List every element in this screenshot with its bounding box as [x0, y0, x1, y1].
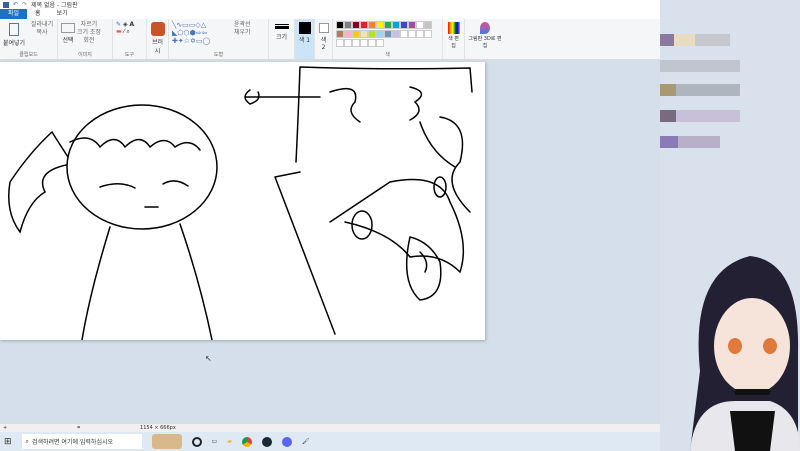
text-icon[interactable]: A [130, 21, 135, 28]
edit-colors-button[interactable]: 색 편집 [443, 19, 465, 59]
color-swatch[interactable] [408, 21, 416, 29]
tab-file[interactable]: 파일 [0, 9, 28, 19]
windows-start-icon[interactable]: ⊞ [4, 437, 12, 447]
crop-button[interactable]: 자르기 [77, 21, 101, 29]
color-swatch[interactable] [344, 21, 352, 29]
tools-group: ✎ ◈ A ▬ ⁄ ⌕ 도구 [113, 19, 147, 59]
save-icon[interactable] [3, 1, 9, 8]
rotate-button[interactable]: 회전 [77, 37, 101, 45]
color-palette [336, 21, 436, 48]
fill-icon[interactable]: ◈ [123, 21, 128, 28]
task-view-icon[interactable]: ▭ [212, 438, 218, 445]
color-picker-icon[interactable]: ⁄ [124, 28, 125, 35]
paint-icon[interactable]: 🖌 [302, 438, 310, 445]
color1-button[interactable]: 색 1 [295, 19, 315, 59]
steam-icon[interactable] [261, 436, 272, 447]
color2-button[interactable]: 색 2 [315, 19, 333, 59]
title-bar: ↶ ↷ 제목 없음 - 그림판 [0, 0, 660, 9]
canvas-size: 1154 × 666px [140, 425, 176, 431]
color-swatch[interactable] [376, 21, 384, 29]
empty-color-swatch[interactable] [336, 39, 344, 47]
taskbar: ⊞ ⌕ 검색하려면 여기에 입력하십시오 ▭ ▰ 🖌 [0, 432, 660, 451]
clipboard-group: 붙여넣기 잘라내기 복사 클립보드 [0, 19, 58, 59]
clipboard-icon [9, 23, 20, 36]
colors-group: 색 [333, 19, 443, 59]
status-bar: + ⌗ 1154 × 666px [0, 423, 660, 432]
color-swatch[interactable] [336, 30, 344, 38]
chrome-icon[interactable] [241, 436, 252, 447]
cut-button[interactable]: 잘라내기 [31, 21, 53, 29]
color-swatch[interactable] [400, 21, 408, 29]
taskbar-search[interactable]: ⌕ 검색하려면 여기에 입력하십시오 [21, 434, 142, 449]
outline-button[interactable]: 윤곽선 [234, 21, 251, 29]
redo-icon[interactable]: ↷ [22, 1, 27, 8]
color-swatch[interactable] [392, 21, 400, 29]
eraser-icon[interactable]: ▬ [116, 28, 122, 35]
selection-icon: ⌗ [77, 425, 81, 431]
color-swatch[interactable] [336, 21, 344, 29]
cortana-icon[interactable] [191, 436, 202, 447]
tab-home[interactable]: 홈 [27, 9, 49, 19]
empty-color-swatch[interactable] [376, 39, 384, 47]
color-swatch[interactable] [392, 30, 400, 38]
color-swatch[interactable] [352, 30, 360, 38]
select-button[interactable]: 선택 [61, 21, 75, 44]
color-swatch[interactable] [344, 30, 352, 38]
image-group: 선택 자르기 크기 조정 회전 이미지 [58, 19, 113, 59]
discord-icon[interactable] [281, 436, 292, 447]
tab-view[interactable]: 보기 [49, 9, 76, 19]
empty-color-swatch[interactable] [344, 39, 352, 47]
shapes-group: ╲∿▭▭◇△ ◣⬠⬡⬢⇨⇦ ✚✦☆✡▭◯ 윤곽선 채우기 도형 [169, 19, 269, 59]
drawing-strokes [8, 66, 473, 341]
paint3d-button[interactable]: 그림판 3D로 편집 [465, 19, 505, 59]
color-swatch[interactable] [416, 21, 424, 29]
empty-color-swatch[interactable] [368, 39, 376, 47]
line-size-icon [274, 24, 289, 29]
empty-color-swatch[interactable] [416, 30, 424, 38]
empty-color-swatch[interactable] [352, 39, 360, 47]
color-swatch[interactable] [424, 21, 432, 29]
empty-color-swatch[interactable] [408, 30, 416, 38]
brush-icon [150, 22, 165, 36]
resize-button[interactable]: 크기 조정 [77, 29, 101, 37]
empty-color-swatch[interactable] [360, 39, 368, 47]
color-swatch[interactable] [360, 21, 368, 29]
paste-button[interactable]: 붙여넣기 [3, 21, 25, 47]
news-widget[interactable] [151, 434, 182, 449]
color-swatch[interactable] [384, 30, 392, 38]
color-swatch[interactable] [360, 30, 368, 38]
pencil-icon[interactable]: ✎ [116, 21, 121, 28]
copy-button[interactable]: 복사 [31, 29, 53, 37]
undo-icon[interactable]: ↶ [13, 1, 18, 8]
color-swatch[interactable] [376, 30, 384, 38]
paint3d-icon [480, 22, 490, 34]
size-button[interactable]: 크기 [269, 19, 295, 59]
ribbon: 붙여넣기 잘라내기 복사 클립보드 선택 자르기 크기 조정 회전 이미지 ✎ ◈ A… [0, 19, 660, 60]
ribbon-tabs: 파일 홈 보기 [0, 9, 660, 19]
color-swatch[interactable] [368, 21, 376, 29]
shapes-gallery[interactable]: ╲∿▭▭◇△ ◣⬠⬡⬢⇨⇦ ✚✦☆✡▭◯ [172, 21, 232, 45]
fill-button[interactable]: 채우기 [234, 29, 251, 37]
magnifier-icon[interactable]: ⌕ [127, 28, 130, 35]
vtuber-avatar [690, 256, 800, 451]
empty-color-swatch[interactable] [400, 30, 408, 38]
mouse-cursor-icon: ↖ [205, 354, 212, 363]
add-icon: + [3, 425, 8, 431]
color-swatch[interactable] [352, 21, 360, 29]
streamer-overlay [660, 0, 800, 451]
drawing-canvas[interactable] [0, 62, 485, 341]
search-icon: ⌕ [25, 437, 29, 445]
color-swatch[interactable] [368, 30, 376, 38]
empty-color-swatch[interactable] [424, 30, 432, 38]
rainbow-icon [447, 22, 460, 34]
color-swatch[interactable] [384, 21, 392, 29]
file-explorer-icon[interactable]: ▰ [227, 438, 232, 445]
brushes-button[interactable]: 브러시 [147, 19, 169, 59]
window-title: 제목 없음 - 그림판 [31, 2, 78, 9]
